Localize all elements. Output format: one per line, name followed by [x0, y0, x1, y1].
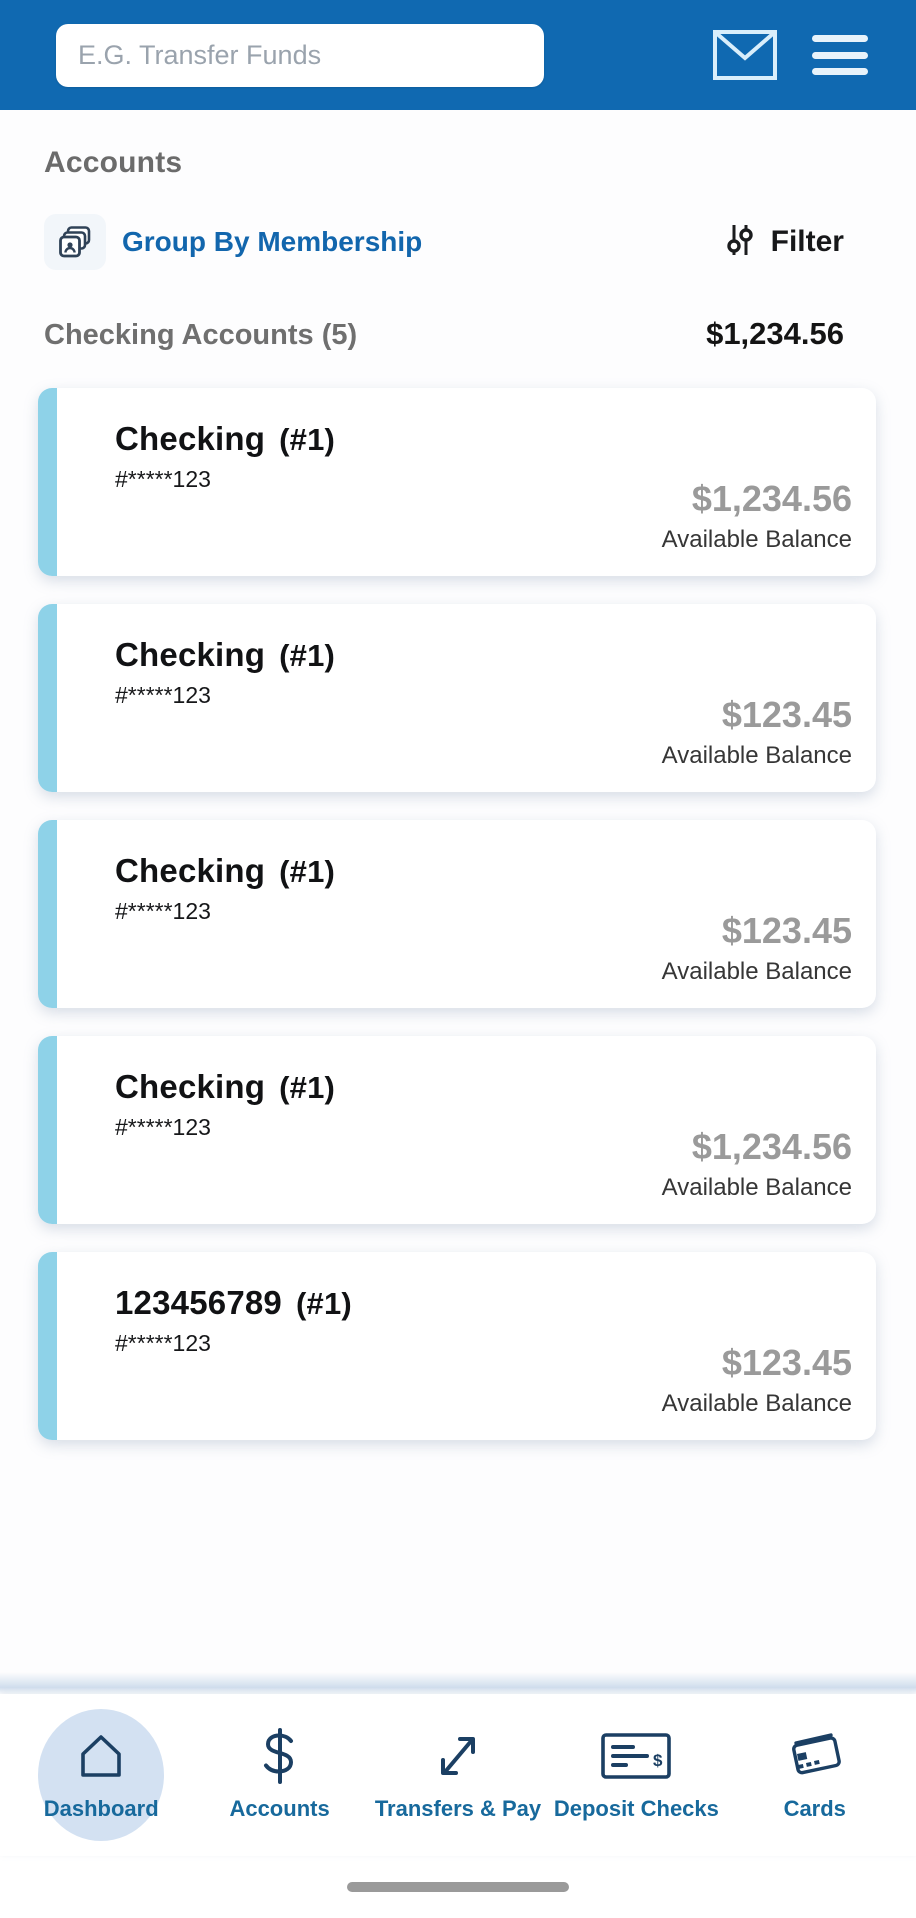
nav-item-dashboard[interactable]: Dashboard — [15, 1705, 187, 1845]
account-tag: (#1) — [279, 638, 336, 673]
section-name: Checking Accounts (5) — [44, 319, 358, 351]
account-name: Checking — [115, 1068, 266, 1105]
account-name: Checking — [115, 852, 266, 889]
toolbar: Group By Membership Filter — [0, 180, 916, 276]
group-by-membership-button[interactable]: Group By Membership — [44, 214, 422, 270]
account-name: 123456789 — [115, 1284, 282, 1321]
account-card[interactable]: Checking (#1) #*****123 $1,234.56 Available … — [38, 1036, 876, 1224]
account-balance: $123.45 — [721, 910, 852, 952]
credit-cards-icon — [786, 1728, 844, 1784]
account-title: Checking (#1) — [115, 420, 848, 458]
account-balance-label: Available Balance — [661, 742, 852, 769]
account-card-body: Checking (#1) #*****123 $1,234.56 Available … — [57, 1036, 876, 1224]
account-card[interactable]: Checking (#1) #*****123 $123.45 Available Ba… — [38, 604, 876, 792]
account-card-body: Checking (#1) #*****123 $1,234.56 Available … — [57, 388, 876, 576]
account-title: 123456789 (#1) — [115, 1284, 848, 1322]
app-header — [0, 0, 916, 110]
account-accent-bar — [38, 604, 57, 792]
account-name: Checking — [115, 420, 266, 457]
home-indicator[interactable] — [347, 1882, 569, 1892]
envelope-icon[interactable] — [712, 29, 778, 81]
account-accent-bar — [38, 388, 57, 576]
home-indicator-area — [0, 1856, 916, 1918]
stacked-cards-icon — [44, 214, 106, 270]
account-balance: $1,234.56 — [691, 478, 852, 520]
account-balance-label: Available Balance — [661, 526, 852, 553]
filter-label: Filter — [770, 225, 844, 258]
account-title: Checking (#1) — [115, 1068, 848, 1106]
nav-item-label: Accounts — [229, 1796, 330, 1821]
section-total: $1,234.56 — [706, 316, 844, 351]
account-card[interactable]: Checking (#1) #*****123 $123.45 Available Ba… — [38, 820, 876, 1008]
account-card-body: Checking (#1) #*****123 $123.45 Available Ba… — [57, 820, 876, 1008]
nav-item-label: Dashboard — [43, 1796, 159, 1821]
account-card-body: 123456789 (#1) #*****123 $123.45 Available B… — [57, 1252, 876, 1440]
header-actions — [712, 29, 890, 81]
account-accent-bar — [38, 1036, 57, 1224]
nav-item-transfers-pay[interactable]: Transfers & Pay — [372, 1705, 544, 1845]
nav-item-deposit-checks[interactable]: $ Deposit Checks — [550, 1705, 722, 1845]
nav-item-accounts[interactable]: Accounts — [194, 1705, 366, 1845]
scroll-fade — [0, 1672, 916, 1694]
account-balance-label: Available Balance — [661, 958, 852, 985]
account-card[interactable]: Checking (#1) #*****123 $1,234.56 Available … — [38, 388, 876, 576]
section-header: Checking Accounts (5) $1,234.56 — [0, 276, 916, 352]
check-deposit-icon: $ — [600, 1728, 672, 1784]
sliders-icon — [723, 221, 757, 264]
group-by-label: Group By Membership — [122, 226, 423, 257]
nav-item-label: Cards — [783, 1796, 846, 1821]
dollar-sign-icon — [258, 1728, 302, 1784]
nav-item-label: Deposit Checks — [553, 1796, 719, 1821]
nav-item-label: Transfers & Pay — [374, 1796, 542, 1821]
account-accent-bar — [38, 820, 57, 1008]
accounts-body: Accounts Group By Membership Filter Chec… — [0, 110, 916, 1694]
transfer-arrows-icon — [432, 1728, 484, 1784]
account-card[interactable]: 123456789 (#1) #*****123 $123.45 Available B… — [38, 1252, 876, 1440]
account-accent-bar — [38, 1252, 57, 1440]
account-balance-block: $1,234.56 Available Balance — [662, 1128, 852, 1202]
account-balance-label: Available Balance — [661, 1390, 852, 1417]
account-title: Checking (#1) — [115, 852, 848, 890]
account-balance: $123.45 — [721, 1342, 852, 1384]
account-tag: (#1) — [279, 422, 336, 457]
account-balance-label: Available Balance — [661, 1174, 852, 1201]
account-balance-block: $123.45 Available Balance — [662, 696, 852, 770]
account-title: Checking (#1) — [115, 636, 848, 674]
hamburger-menu-icon[interactable] — [812, 35, 868, 75]
account-balance-block: $123.45 Available Balance — [662, 912, 852, 986]
account-name: Checking — [115, 636, 266, 673]
nav-item-cards[interactable]: Cards — [729, 1705, 901, 1845]
account-balance-block: $1,234.56 Available Balance — [662, 480, 852, 554]
svg-text:$: $ — [653, 1751, 663, 1770]
home-icon — [75, 1728, 127, 1784]
account-tag: (#1) — [279, 1070, 336, 1105]
page-title: Accounts — [44, 146, 183, 179]
accounts-list: Checking (#1) #*****123 $1,234.56 Available … — [0, 352, 916, 1440]
account-balance-block: $123.45 Available Balance — [662, 1344, 852, 1418]
account-balance: $123.45 — [721, 694, 852, 736]
account-tag: (#1) — [295, 1286, 352, 1321]
bottom-navigation: Dashboard Accounts Transfers & Pay $ Deposit… — [0, 1694, 916, 1856]
app-screen: Accounts Group By Membership — [0, 0, 916, 1918]
account-tag: (#1) — [279, 854, 336, 889]
account-card-body: Checking (#1) #*****123 $123.45 Available Ba… — [57, 604, 876, 792]
search-box[interactable] — [56, 23, 544, 87]
account-balance: $1,234.56 — [691, 1126, 852, 1168]
search-input[interactable] — [78, 39, 522, 71]
filter-button[interactable]: Filter — [723, 221, 872, 264]
